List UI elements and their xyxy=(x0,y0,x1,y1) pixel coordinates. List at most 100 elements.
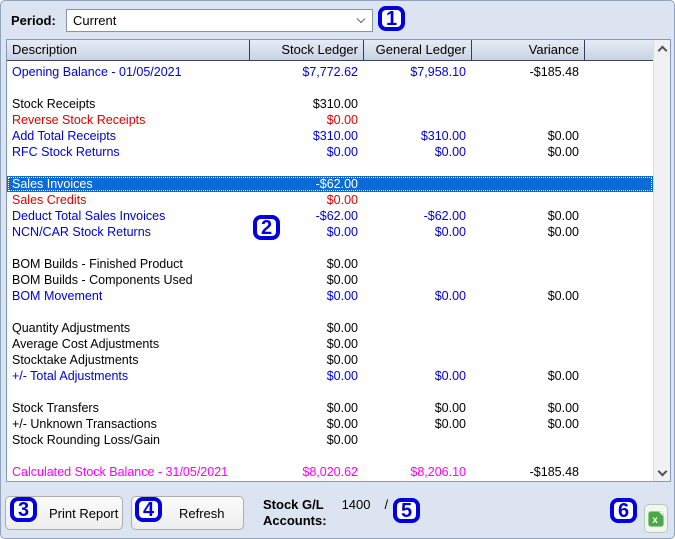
cell-general: $0.00 xyxy=(434,145,466,159)
scroll-up-button[interactable] xyxy=(654,40,671,57)
cell-variance: $0.00 xyxy=(547,129,579,143)
cell-general: $0.00 xyxy=(434,417,466,431)
column-header-variance[interactable]: Variance xyxy=(472,40,585,60)
cell-general xyxy=(364,352,472,368)
cell-variance: $0.00 xyxy=(547,417,579,431)
som-mark-3: 3 xyxy=(10,497,37,522)
table-row[interactable]: +/- Total Adjustments $0.00 $0.00 $0.00 xyxy=(7,368,653,384)
table-row[interactable]: Add Total Receipts $310.00 $310.00 $0.00 xyxy=(7,128,653,144)
cell-desc: Stock Rounding Loss/Gain xyxy=(12,433,161,447)
table-row[interactable]: Stock Receipts $310.00 xyxy=(7,96,653,112)
table-row[interactable]: Deduct Total Sales Invoices -$62.00 -$62.0… xyxy=(7,208,653,224)
cell-variance: $0.00 xyxy=(547,289,579,303)
cell-stock: $0.00 xyxy=(326,401,358,415)
table-rows: Opening Balance - 01/05/2021 $7,772.62 $7,… xyxy=(7,61,653,480)
table-row[interactable]: Stocktake Adjustments $0.00 xyxy=(7,352,653,368)
table-row[interactable]: Opening Balance - 01/05/2021 $7,772.62 $7,… xyxy=(7,64,653,80)
table-row[interactable]: Reverse Stock Receipts $0.00 xyxy=(7,112,653,128)
cell-stock: $0.00 xyxy=(326,417,358,431)
table-header: Description Stock Ledger General Ledger … xyxy=(7,40,653,61)
cell-variance xyxy=(472,352,585,368)
cell-desc: RFC Stock Returns xyxy=(12,145,120,159)
cell-variance xyxy=(472,336,585,352)
footer: Print Report Refresh Stock G/L Accounts:… xyxy=(1,482,674,538)
cell-variance xyxy=(472,96,585,112)
cell-general: $0.00 xyxy=(434,225,466,239)
cell-stock: $0.00 xyxy=(326,369,358,383)
table-row[interactable]: Average Cost Adjustments $0.00 xyxy=(7,336,653,352)
stock-reconciliation-window: Period: Current Description Stock Ledger… xyxy=(0,0,675,539)
table-scrollbar[interactable] xyxy=(653,40,670,481)
table-row[interactable]: BOM Builds - Finished Product $0.00 xyxy=(7,256,653,272)
table-row[interactable]: Calculated Stock Balance - 31/05/2021 $8,… xyxy=(7,464,653,480)
cell-general: -$62.00 xyxy=(423,209,466,223)
cell-variance xyxy=(472,432,585,448)
column-header-filler xyxy=(585,40,653,60)
toolbar: Period: Current xyxy=(1,1,674,39)
column-header-general-ledger[interactable]: General Ledger xyxy=(364,40,472,60)
period-select[interactable]: Current xyxy=(66,9,373,32)
table-row-spacer xyxy=(7,448,653,464)
cell-stock: $310.00 xyxy=(312,97,358,111)
cell-stock: $0.00 xyxy=(326,353,358,367)
table-row[interactable]: Sales Credits $0.00 xyxy=(7,192,653,208)
table-row[interactable]: BOM Builds - Components Used $0.00 xyxy=(7,272,653,288)
column-header-stock-ledger[interactable]: Stock Ledger xyxy=(250,40,364,60)
cell-variance xyxy=(472,176,585,192)
cell-general xyxy=(364,192,472,208)
cell-desc: Sales Credits xyxy=(12,193,87,207)
cell-desc: Stock Transfers xyxy=(12,401,99,415)
table-row[interactable]: Quantity Adjustments $0.00 xyxy=(7,320,653,336)
table-row[interactable]: +/- Unknown Transactions $0.00 $0.00 $0.00 xyxy=(7,416,653,432)
stock-gl-accounts-label: Stock G/L Accounts: xyxy=(263,497,327,528)
reconciliation-table: Description Stock Ledger General Ledger … xyxy=(6,39,671,482)
cell-general: $310.00 xyxy=(420,129,466,143)
cell-stock: $0.00 xyxy=(326,433,358,447)
scroll-down-button[interactable] xyxy=(654,464,671,481)
cell-desc: Reverse Stock Receipts xyxy=(12,113,146,127)
stock-gl-accounts-separator: / xyxy=(384,497,389,512)
cell-general xyxy=(364,272,472,288)
excel-export-icon: x xyxy=(648,510,664,527)
stock-gl-accounts: Stock G/L Accounts: 1400 / xyxy=(263,497,388,529)
cell-variance: $0.00 xyxy=(547,401,579,415)
cell-desc: Quantity Adjustments xyxy=(12,321,131,335)
table-row[interactable]: Stock Transfers $0.00 $0.00 $0.00 xyxy=(7,400,653,416)
table-row[interactable]: Sales Invoices -$62.00 xyxy=(7,176,653,192)
cell-stock: $8,020.62 xyxy=(302,465,358,479)
cell-desc: Stock Receipts xyxy=(12,97,96,111)
table-row[interactable]: NCN/CAR Stock Returns $0.00 $0.00 $0.00 xyxy=(7,224,653,240)
cell-stock: -$62.00 xyxy=(315,177,358,191)
table-row[interactable]: RFC Stock Returns $0.00 $0.00 $0.00 xyxy=(7,144,653,160)
cell-general: $8,206.10 xyxy=(410,465,466,479)
cell-desc: Stocktake Adjustments xyxy=(12,353,139,367)
cell-variance xyxy=(472,192,585,208)
cell-stock: $0.00 xyxy=(326,113,358,127)
cell-variance: $0.00 xyxy=(547,209,579,223)
cell-general xyxy=(364,96,472,112)
cell-stock: $0.00 xyxy=(326,337,358,351)
column-header-description[interactable]: Description xyxy=(7,40,250,60)
cell-desc: Calculated Stock Balance - 31/05/2021 xyxy=(12,465,229,479)
cell-stock: $0.00 xyxy=(326,257,358,271)
cell-stock: $0.00 xyxy=(326,273,358,287)
table-row[interactable]: Stock Rounding Loss/Gain $0.00 xyxy=(7,432,653,448)
cell-stock: $0.00 xyxy=(326,321,358,335)
table-row[interactable]: BOM Movement $0.00 $0.00 $0.00 xyxy=(7,288,653,304)
cell-variance xyxy=(472,112,585,128)
cell-desc: Deduct Total Sales Invoices xyxy=(12,209,166,223)
som-mark-1: 1 xyxy=(378,6,405,31)
som-mark-5: 5 xyxy=(393,498,420,523)
stock-gl-accounts-value: 1400 xyxy=(341,497,371,512)
cell-general: $0.00 xyxy=(434,369,466,383)
som-mark-4: 4 xyxy=(135,497,162,522)
cell-desc: Add Total Receipts xyxy=(12,129,116,143)
cell-desc: Average Cost Adjustments xyxy=(12,337,160,351)
cell-desc: Sales Invoices xyxy=(12,177,93,191)
cell-desc: BOM Movement xyxy=(12,289,103,303)
export-to-excel-button[interactable]: x xyxy=(644,504,668,533)
cell-general xyxy=(364,320,472,336)
cell-general: $0.00 xyxy=(434,289,466,303)
cell-general xyxy=(364,336,472,352)
cell-general: $0.00 xyxy=(434,401,466,415)
